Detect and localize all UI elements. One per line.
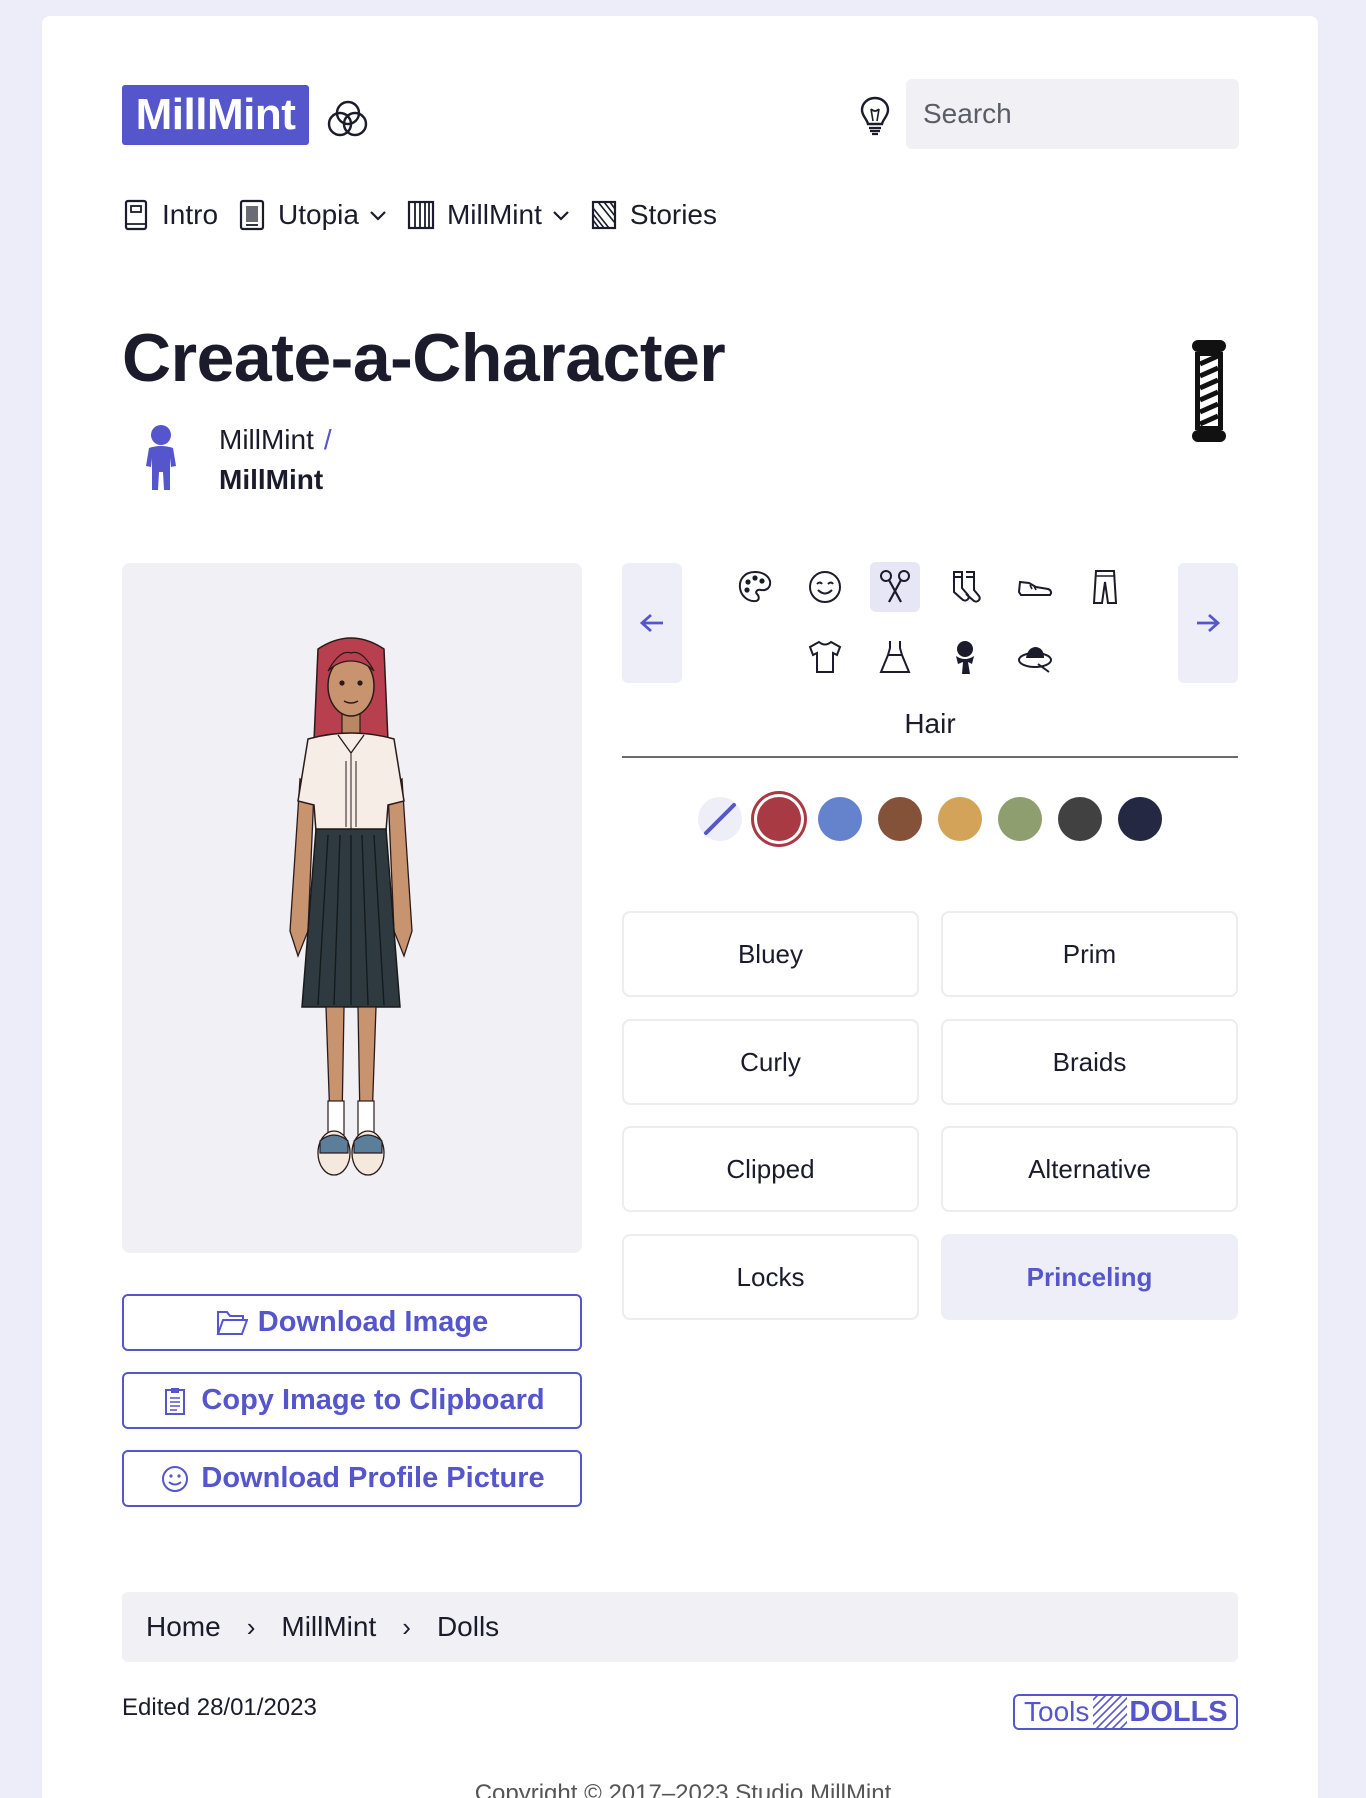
swatch-charcoal[interactable] [1058, 797, 1102, 841]
character-preview [122, 563, 582, 1253]
category-tops[interactable] [800, 632, 850, 682]
folder-icon [216, 1310, 248, 1335]
main-nav: Intro Utopia MillMint Stories [122, 192, 737, 238]
lightbulb-icon[interactable] [858, 95, 892, 137]
category-divider [622, 756, 1238, 758]
button-label: Download Image [257, 1306, 489, 1338]
download-profile-button[interactable]: Download Profile Picture [122, 1450, 582, 1507]
arrow-right-icon [1197, 613, 1221, 633]
swatch-brown[interactable] [878, 797, 922, 841]
category-face[interactable] [800, 562, 850, 612]
hair-style-bluey[interactable]: Bluey [622, 911, 919, 997]
chevron-down-icon [370, 211, 386, 221]
edited-date: Edited 28/01/2023 [122, 1694, 317, 1721]
category-hats[interactable] [1010, 632, 1060, 682]
hat-icon [1018, 647, 1052, 673]
breadcrumb-home[interactable]: Home [146, 1611, 221, 1643]
hair-style-prim[interactable]: Prim [941, 911, 1238, 997]
logo-mark-icon [327, 100, 368, 137]
hair-style-alternative[interactable]: Alternative [941, 1126, 1238, 1212]
breadcrumb-separator: › [246, 1611, 256, 1642]
hatch-pattern-icon [1093, 1696, 1128, 1728]
socks-icon [953, 571, 981, 603]
tools-dolls-badge[interactable]: Tools DOLLS [1013, 1694, 1238, 1730]
trousers-icon [1092, 570, 1118, 604]
category-socks[interactable] [940, 562, 990, 612]
swatch-none[interactable] [698, 797, 742, 841]
breadcrumb: Home › MillMint › Dolls [122, 1592, 1238, 1662]
nav-label: Stories [629, 199, 718, 230]
breadcrumb-millmint[interactable]: MillMint [281, 1611, 376, 1643]
next-category-button[interactable] [1178, 563, 1238, 683]
avatar-icon [146, 425, 176, 490]
page-title: Create-a-Character [122, 320, 726, 396]
tshirt-icon [808, 640, 842, 673]
book-icon [124, 199, 148, 231]
nav-item-utopia[interactable]: Utopia [238, 192, 387, 238]
notebook-icon [239, 199, 265, 231]
palette-icon [738, 570, 772, 603]
breadcrumb-separator: › [402, 1611, 411, 1642]
chevron-down-icon [553, 211, 569, 221]
swatch-gold[interactable] [938, 797, 982, 841]
hair-style-locks[interactable]: Locks [622, 1234, 919, 1320]
hair-style-clipped[interactable]: Clipped [622, 1126, 919, 1212]
nav-item-millmint[interactable]: MillMint [407, 192, 570, 238]
copy-clipboard-button[interactable]: Copy Image to Clipboard [122, 1372, 582, 1429]
striped-book-icon [591, 200, 616, 230]
swatch-blue[interactable] [818, 797, 862, 841]
author-separator: / [323, 424, 332, 455]
search-input[interactable] [906, 79, 1239, 149]
nav-item-intro[interactable]: Intro [122, 192, 218, 238]
button-label: Copy Image to Clipboard [201, 1384, 545, 1416]
arrow-left-icon [639, 613, 663, 633]
category-trousers[interactable] [1080, 562, 1130, 612]
character-doll-image [289, 637, 413, 1176]
category-shoes[interactable] [1010, 562, 1060, 612]
breadcrumb-dolls[interactable]: Dolls [437, 1611, 499, 1643]
smiley-icon [162, 1465, 189, 1492]
dress-icon [879, 641, 911, 673]
hair-style-princeling[interactable]: Princeling [941, 1234, 1238, 1320]
category-hair[interactable] [870, 562, 920, 612]
nav-label: MillMint [446, 199, 542, 230]
author-block: MillMint / MillMint [219, 420, 332, 500]
scissors-icon [880, 570, 910, 603]
category-palette[interactable] [730, 562, 780, 612]
badge-tools-label: Tools [1024, 1696, 1090, 1727]
prev-category-button[interactable] [622, 563, 682, 683]
swatch-navy[interactable] [1118, 797, 1162, 841]
nav-label: Intro [162, 199, 219, 230]
no-color-icon [704, 803, 736, 835]
copyright-text: Copyright © 2017–2023 Studio MillMint [474, 1780, 892, 1798]
category-title: Hair [904, 708, 956, 739]
hair-style-braids[interactable]: Braids [941, 1019, 1238, 1105]
nav-label: Utopia [278, 199, 359, 230]
scarf-icon [956, 641, 974, 674]
author-name[interactable]: MillMint [219, 460, 332, 500]
author-group[interactable]: MillMint [219, 424, 314, 455]
button-label: Download Profile Picture [201, 1462, 545, 1494]
category-dresses[interactable] [870, 632, 920, 682]
swatch-olive[interactable] [998, 797, 1042, 841]
books-icon [407, 200, 435, 230]
barber-pole-icon [1192, 340, 1226, 442]
clipboard-icon [165, 1387, 186, 1415]
nav-item-stories[interactable]: Stories [590, 192, 717, 238]
face-icon [809, 571, 841, 603]
badge-dolls-label: DOLLS [1129, 1696, 1228, 1728]
shoe-icon [1017, 580, 1053, 596]
swatch-red[interactable] [757, 797, 801, 841]
hair-style-curly[interactable]: Curly [622, 1019, 919, 1105]
download-image-button[interactable]: Download Image [122, 1294, 582, 1351]
site-logo[interactable]: MillMint [122, 85, 309, 145]
category-accessories[interactable] [940, 632, 990, 682]
